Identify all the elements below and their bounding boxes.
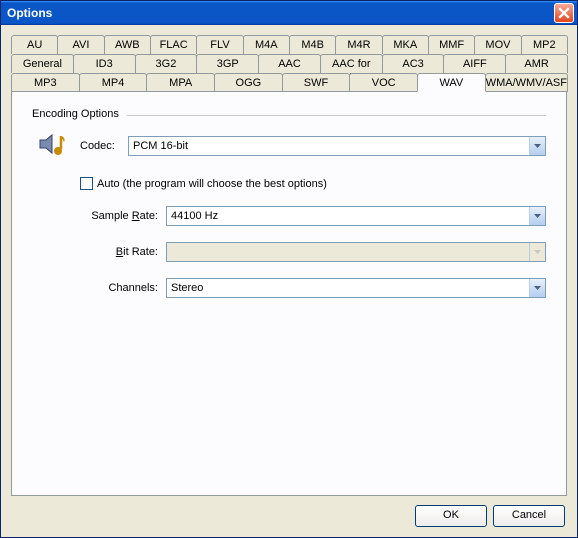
tab-mpa[interactable]: MPA <box>146 73 215 92</box>
auto-row: Auto (the program will choose the best o… <box>80 177 546 190</box>
tab-voc[interactable]: VOC <box>349 73 418 92</box>
sample-rate-value: 44100 Hz <box>167 210 529 222</box>
tab-flv[interactable]: FLV <box>196 35 243 54</box>
tab-amr[interactable]: AMR <box>505 54 568 73</box>
tab-m4a[interactable]: M4A <box>243 35 290 54</box>
tab-aac-for-ipod-dsi[interactable]: AAC for iPod/DSi <box>320 54 383 73</box>
sample-rate-label: Sample Rate: <box>80 210 158 222</box>
sample-rate-combo[interactable]: 44100 Hz <box>166 206 546 226</box>
chevron-down-icon <box>534 250 541 254</box>
tab-mov[interactable]: MOV <box>474 35 521 54</box>
codec-label: Codec: <box>80 140 120 152</box>
tab-ogg[interactable]: OGG <box>214 73 283 92</box>
tab-ac3[interactable]: AC3 <box>382 54 445 73</box>
bit-rate-dropdown-button <box>529 243 545 261</box>
tab-mp3[interactable]: MP3 <box>11 73 80 92</box>
chevron-down-icon <box>534 214 541 218</box>
auto-checkbox[interactable] <box>80 177 93 190</box>
codec-row: Codec: PCM 16-bit <box>32 130 546 161</box>
sample-rate-dropdown-button[interactable] <box>529 207 545 225</box>
channels-dropdown-button[interactable] <box>529 279 545 297</box>
tab-mka[interactable]: MKA <box>382 35 429 54</box>
tab-row-3: MP3MP4MPAOGGSWFVOCWAVWMA/WMV/ASF <box>11 73 567 92</box>
ok-button[interactable]: OK <box>415 505 487 527</box>
codec-dropdown-button[interactable] <box>529 137 545 155</box>
window-title: Options <box>7 6 52 20</box>
tab-3gp[interactable]: 3GP <box>196 54 259 73</box>
tab-general[interactable]: General <box>11 54 74 73</box>
close-button[interactable] <box>554 3 574 23</box>
titlebar: Options <box>1 1 577 25</box>
cancel-button[interactable]: Cancel <box>493 505 565 527</box>
tab-flac[interactable]: FLAC <box>150 35 197 54</box>
channels-combo[interactable]: Stereo <box>166 278 546 298</box>
tab-mp4[interactable]: MP4 <box>79 73 148 92</box>
codec-value: PCM 16-bit <box>129 140 529 152</box>
audio-icon-container <box>32 130 72 161</box>
bit-rate-label: Bit Rate: <box>80 246 158 258</box>
channels-value: Stereo <box>167 282 529 294</box>
tab-mp2[interactable]: MP2 <box>521 35 568 54</box>
tab-row-2: GeneralID33G23GPAACAAC for iPod/DSiAC3AI… <box>11 54 567 73</box>
tab-row-1: AUAVIAWBFLACFLVM4AM4BM4RMKAMMFMOVMP2 <box>11 35 567 54</box>
sample-rate-row: Sample Rate: 44100 Hz <box>32 206 546 226</box>
tab-aiff[interactable]: AIFF <box>443 54 506 73</box>
tab-aac[interactable]: AAC <box>258 54 321 73</box>
tab-au[interactable]: AU <box>11 35 58 54</box>
tab-3g2[interactable]: 3G2 <box>135 54 198 73</box>
channels-label: Channels: <box>80 282 158 294</box>
encoding-group-label: Encoding Options <box>32 108 546 120</box>
channels-row: Channels: Stereo <box>32 278 546 298</box>
tab-wma-wmv-asf[interactable]: WMA/WMV/ASF <box>485 73 568 92</box>
speaker-note-icon <box>36 130 68 161</box>
tab-panel: Encoding Options Codec: PC <box>11 91 567 496</box>
tab-mmf[interactable]: MMF <box>428 35 475 54</box>
tab-m4r[interactable]: M4R <box>335 35 382 54</box>
auto-label: Auto (the program will choose the best o… <box>97 178 327 190</box>
tab-id3[interactable]: ID3 <box>73 54 136 73</box>
tab-m4b[interactable]: M4B <box>289 35 336 54</box>
chevron-down-icon <box>534 286 541 290</box>
tab-wav[interactable]: WAV <box>417 73 486 92</box>
tab-awb[interactable]: AWB <box>104 35 151 54</box>
close-icon <box>558 7 570 19</box>
bit-rate-combo <box>166 242 546 262</box>
options-window: Options AUAVIAWBFLACFLVM4AM4BM4RMKAMMFMO… <box>0 0 578 538</box>
chevron-down-icon <box>534 144 541 148</box>
content-area: AUAVIAWBFLACFLVM4AM4BM4RMKAMMFMOVMP2 Gen… <box>1 25 577 537</box>
tabs-container: AUAVIAWBFLACFLVM4AM4BM4RMKAMMFMOVMP2 Gen… <box>11 35 567 92</box>
tab-avi[interactable]: AVI <box>57 35 104 54</box>
tab-swf[interactable]: SWF <box>282 73 351 92</box>
dialog-button-row: OK Cancel <box>11 497 567 529</box>
bit-rate-row: Bit Rate: <box>32 242 546 262</box>
codec-combo[interactable]: PCM 16-bit <box>128 136 546 156</box>
